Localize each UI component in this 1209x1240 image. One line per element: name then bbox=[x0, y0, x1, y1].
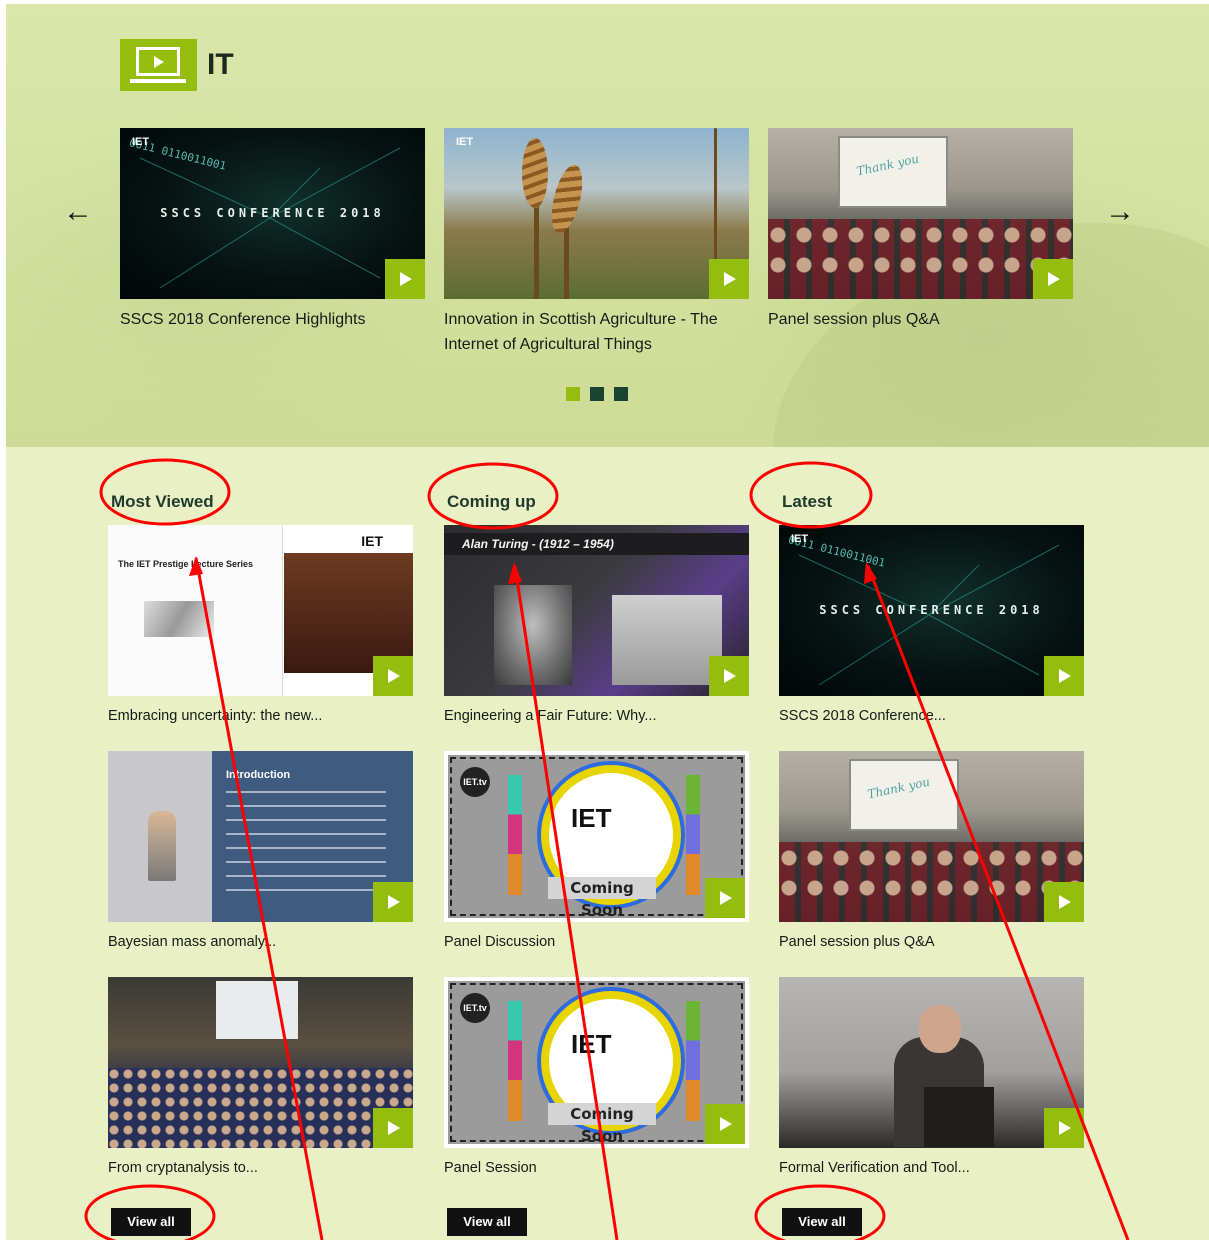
view-all-button[interactable]: View all bbox=[111, 1208, 191, 1236]
video-title[interactable]: Panel Session bbox=[444, 1158, 749, 1178]
coming-up-column: Coming up Alan Turing - (1912 – 1954) En… bbox=[444, 487, 749, 1240]
arrow-right-icon[interactable]: → bbox=[1100, 192, 1140, 232]
video-thumbnail[interactable]: 0011 0110011001 IET SSCS CONFERENCE 2018 bbox=[120, 128, 425, 299]
carousel-item-title[interactable]: Panel session plus Q&A bbox=[768, 307, 1073, 332]
carousel-dot-3[interactable] bbox=[614, 387, 628, 401]
carousel-pagination bbox=[566, 387, 628, 401]
play-icon[interactable] bbox=[373, 1108, 413, 1148]
play-icon[interactable] bbox=[385, 259, 425, 299]
video-thumbnail[interactable]: Thank you bbox=[779, 751, 1084, 922]
video-thumbnail[interactable]: Thank you bbox=[768, 128, 1073, 299]
video-card[interactable]: 0011 0110011001 IET SSCS CONFERENCE 2018… bbox=[779, 525, 1084, 726]
video-card[interactable]: Thank you Panel session plus Q&A bbox=[779, 751, 1084, 952]
carousel-item[interactable]: 0011 0110011001 IET SSCS CONFERENCE 2018… bbox=[120, 128, 425, 332]
video-thumbnail[interactable]: IET bbox=[444, 128, 749, 299]
video-card[interactable]: Formal Verification and Tool... bbox=[779, 977, 1084, 1178]
carousel-item-title[interactable]: SSCS 2018 Conference Highlights bbox=[120, 307, 425, 332]
thumbnail-text: Coming Soon bbox=[548, 1103, 656, 1144]
video-title[interactable]: Panel session plus Q&A bbox=[779, 932, 1084, 952]
video-title[interactable]: Engineering a Fair Future: Why... bbox=[444, 706, 749, 726]
view-all-button[interactable]: View all bbox=[447, 1208, 527, 1236]
carousel-item[interactable]: Thank you Panel session plus Q&A bbox=[768, 128, 1073, 332]
column-heading: Coming up bbox=[447, 492, 536, 511]
video-card[interactable]: Introduction Bayesian mass anomaly... bbox=[108, 751, 413, 952]
iet-logo: IET bbox=[456, 136, 474, 148]
video-thumbnail[interactable]: The IET Prestige Lecture Series IET bbox=[108, 525, 413, 696]
most-viewed-column: Most Viewed The IET Prestige Lecture Ser… bbox=[108, 487, 413, 1240]
iet-tv-logo: IET.tv bbox=[460, 993, 490, 1023]
thumbnail-text: Alan Turing - (1912 – 1954) bbox=[444, 533, 749, 555]
video-card[interactable]: The IET Prestige Lecture Series IET Embr… bbox=[108, 525, 413, 726]
play-icon[interactable] bbox=[705, 878, 745, 918]
iet-logo: IET bbox=[132, 136, 150, 148]
thumbnail-text: SSCS CONFERENCE 2018 bbox=[160, 206, 385, 220]
video-thumbnail[interactable]: 0011 0110011001 IET SSCS CONFERENCE 2018 bbox=[779, 525, 1084, 696]
page: IT ← → 0011 0110011001 IET SSCS CONFEREN… bbox=[6, 4, 1209, 1240]
play-icon[interactable] bbox=[373, 882, 413, 922]
carousel-item[interactable]: IET Innovation in Scottish Agriculture -… bbox=[444, 128, 749, 357]
carousel-dot-1[interactable] bbox=[566, 387, 580, 401]
video-thumbnail[interactable]: Alan Turing - (1912 – 1954) bbox=[444, 525, 749, 696]
thumbnail-text: Introduction bbox=[226, 769, 291, 781]
play-icon[interactable] bbox=[1033, 259, 1073, 299]
video-title[interactable]: Embracing uncertainty: the new... bbox=[108, 706, 413, 726]
carousel-dot-2[interactable] bbox=[590, 387, 604, 401]
play-icon[interactable] bbox=[373, 656, 413, 696]
play-icon[interactable] bbox=[705, 1104, 745, 1144]
play-icon[interactable] bbox=[709, 656, 749, 696]
thumbnail-text: Coming Soon bbox=[548, 877, 656, 918]
play-icon[interactable] bbox=[709, 259, 749, 299]
iet-logo: IET bbox=[571, 1029, 612, 1059]
audience bbox=[768, 221, 1073, 281]
video-card[interactable]: IET.tv IET Coming Soon Panel Session bbox=[444, 977, 749, 1178]
video-card[interactable]: IET.tv IET Coming Soon Panel Discussion bbox=[444, 751, 749, 952]
featured-carousel: IT ← → 0011 0110011001 IET SSCS CONFEREN… bbox=[6, 4, 1209, 447]
carousel-item-title[interactable]: Innovation in Scottish Agriculture - The… bbox=[444, 307, 749, 357]
iet-logo: IET bbox=[571, 803, 612, 833]
column-heading: Most Viewed bbox=[111, 492, 214, 511]
arrow-left-icon[interactable]: ← bbox=[58, 192, 98, 232]
video-thumbnail[interactable]: IET.tv IET Coming Soon bbox=[444, 977, 749, 1148]
play-icon[interactable] bbox=[1044, 882, 1084, 922]
video-title[interactable]: Panel Discussion bbox=[444, 932, 749, 952]
column-heading: Latest bbox=[782, 492, 833, 511]
iet-logo: IET bbox=[791, 533, 809, 545]
projector-screen: Thank you bbox=[849, 759, 959, 831]
video-title[interactable]: From cryptanalysis to... bbox=[108, 1158, 413, 1178]
video-thumbnail[interactable]: Introduction bbox=[108, 751, 413, 922]
video-title[interactable]: SSCS 2018 Conference... bbox=[779, 706, 1084, 726]
play-icon[interactable] bbox=[1044, 656, 1084, 696]
video-thumbnail[interactable] bbox=[779, 977, 1084, 1148]
latest-column: Latest 0011 0110011001 IET SSCS CONFEREN… bbox=[779, 487, 1084, 1240]
video-card[interactable]: From cryptanalysis to... bbox=[108, 977, 413, 1178]
video-thumbnail[interactable] bbox=[108, 977, 413, 1148]
video-thumbnail[interactable]: IET.tv IET Coming Soon bbox=[444, 751, 749, 922]
video-title[interactable]: Bayesian mass anomaly... bbox=[108, 932, 413, 952]
projector-screen: Thank you bbox=[838, 136, 948, 208]
section-title: IT bbox=[207, 48, 234, 81]
thumbnail-text: The IET Prestige Lecture Series bbox=[118, 559, 254, 569]
thumbnail-text: SSCS CONFERENCE 2018 bbox=[819, 603, 1044, 617]
video-card[interactable]: Alan Turing - (1912 – 1954) Engineering … bbox=[444, 525, 749, 726]
iet-tv-logo: IET.tv bbox=[460, 767, 490, 797]
video-title[interactable]: Formal Verification and Tool... bbox=[779, 1158, 1084, 1178]
play-icon[interactable] bbox=[1044, 1108, 1084, 1148]
view-all-button[interactable]: View all bbox=[782, 1208, 862, 1236]
iet-logo: IET bbox=[361, 533, 383, 549]
monitor-play-icon bbox=[120, 39, 197, 91]
